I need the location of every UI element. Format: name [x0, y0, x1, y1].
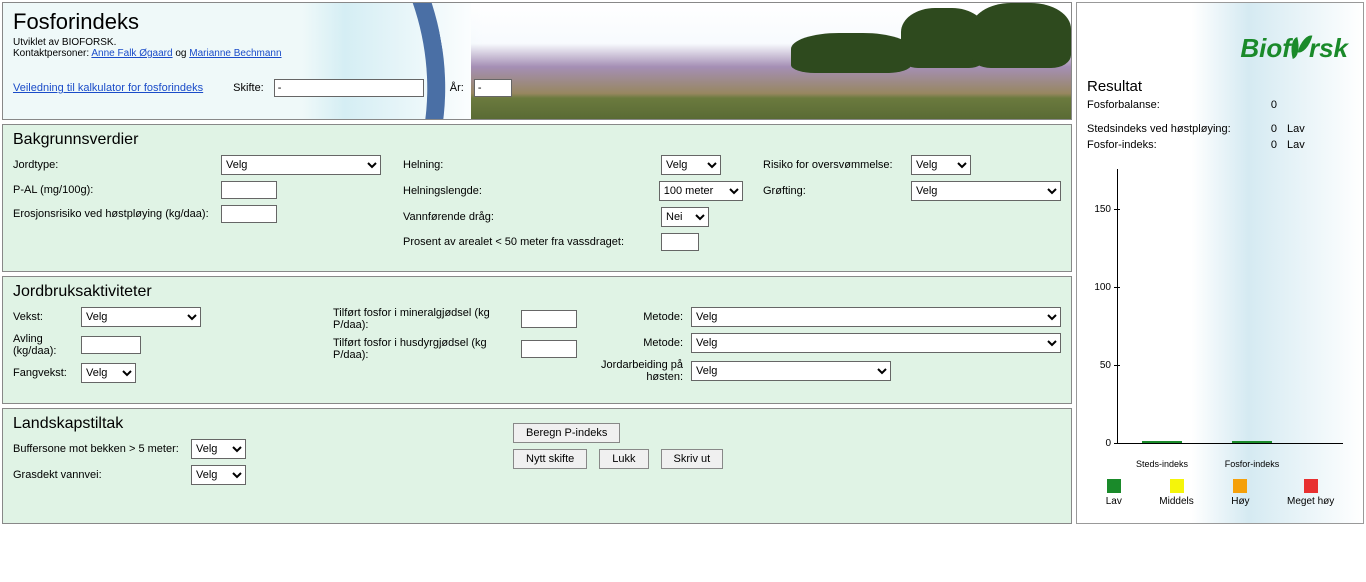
swatch-middels	[1170, 479, 1184, 493]
prosent-label: Prosent av arealet < 50 meter fra vassdr…	[403, 236, 653, 248]
chart-bar-label-steds: Steds-indeks	[1132, 459, 1192, 469]
swatch-meget	[1304, 479, 1318, 493]
legend-meget: Meget høy	[1287, 479, 1334, 507]
jordarb-label: Jordarbeiding på høsten:	[583, 359, 683, 383]
erosjon-label: Erosjonsrisiko ved høstpløying (kg/daa):	[13, 208, 213, 220]
avling-input[interactable]	[81, 336, 141, 354]
chart-y-axis	[1117, 169, 1118, 444]
contact-link-1[interactable]: Anne Falk Øgaard	[91, 48, 172, 59]
chart-ytick-150: 150	[1081, 204, 1111, 215]
fosforbalanse-value: 0	[1252, 99, 1277, 111]
metode1-select[interactable]: Velg	[691, 307, 1061, 327]
chart-bar-label-fosfor: Fosfor-indeks	[1222, 459, 1282, 469]
fangvekst-select[interactable]: Velg	[81, 363, 136, 383]
contacts-line: Kontaktpersoner: Anne Falk Øgaard og Mar…	[13, 48, 1061, 59]
page-title: Fosforindeks	[13, 9, 1061, 35]
logo-text-1: Biof	[1240, 33, 1291, 64]
swatch-hoy	[1233, 479, 1247, 493]
leaf-icon	[1288, 34, 1312, 64]
buffer-select[interactable]: Velg	[191, 439, 246, 459]
skriv-ut-button[interactable]: Skriv ut	[661, 449, 724, 469]
ar-input[interactable]	[474, 79, 512, 97]
fosforindeks-value: 0	[1252, 139, 1277, 151]
chart-legend: Lav Middels Høy Meget høy	[1077, 469, 1363, 515]
bakgrunnsverdier-title: Bakgrunnsverdier	[3, 125, 1071, 153]
gras-select[interactable]: Velg	[191, 465, 246, 485]
beregn-button[interactable]: Beregn P-indeks	[513, 423, 620, 443]
result-title: Resultat	[1087, 78, 1353, 95]
skifte-input[interactable]	[274, 79, 424, 97]
helning-select[interactable]: Velg	[661, 155, 721, 175]
jordtype-select[interactable]: Velg	[221, 155, 381, 175]
bakgrunnsverdier-panel: Bakgrunnsverdier Jordtype: Velg P-AL (mg…	[2, 124, 1072, 272]
metode2-label: Metode:	[623, 337, 683, 349]
jordarb-select[interactable]: Velg	[691, 361, 891, 381]
erosjon-input[interactable]	[221, 205, 277, 223]
fosforindeks-category: Lav	[1277, 139, 1305, 151]
jordtype-label: Jordtype:	[13, 159, 213, 171]
legend-lav: Lav	[1106, 479, 1122, 507]
chart-bar-fosfor	[1232, 441, 1272, 443]
metode1-label: Metode:	[623, 311, 683, 323]
contacts-prefix: Kontaktpersoner:	[13, 48, 91, 59]
fosforbalanse-label: Fosforbalanse:	[1087, 99, 1252, 111]
pal-input[interactable]	[221, 181, 277, 199]
nytt-skifte-button[interactable]: Nytt skifte	[513, 449, 587, 469]
prosent-input[interactable]	[661, 233, 699, 251]
avling-label: Avling (kg/daa):	[13, 333, 73, 357]
lukk-button[interactable]: Lukk	[599, 449, 648, 469]
vannforende-label: Vannførende dråg:	[403, 211, 653, 223]
legend-middels: Middels	[1159, 479, 1193, 507]
ar-label: År:	[450, 82, 464, 94]
header-panel: Fosforindeks Utviklet av BIOFORSK. Konta…	[2, 2, 1072, 120]
buffer-label: Buffersone mot bekken > 5 meter:	[13, 443, 183, 455]
husdyr-label: Tilført fosfor i husdyrgjødsel (kg P/daa…	[333, 337, 513, 361]
helning-label: Helning:	[403, 159, 653, 171]
landskap-title: Landskapstiltak	[3, 409, 513, 437]
contacts-and: og	[173, 48, 190, 59]
logo-text-2: rsk	[1309, 33, 1348, 64]
chart-bar-steds	[1142, 441, 1182, 443]
mineral-input[interactable]	[521, 310, 577, 328]
fangvekst-label: Fangvekst:	[13, 367, 73, 379]
vekst-label: Vekst:	[13, 311, 73, 323]
vannforende-select[interactable]: Nei	[661, 207, 709, 227]
skifte-label: Skifte:	[233, 82, 264, 94]
chart-ytick-0: 0	[1081, 438, 1111, 449]
chart-x-axis	[1117, 443, 1343, 444]
bioforsk-logo: Biofrsk	[1240, 33, 1348, 64]
stedsindeks-category: Lav	[1277, 123, 1305, 135]
contact-link-2[interactable]: Marianne Bechmann	[189, 48, 281, 59]
chart-ytick-100: 100	[1081, 282, 1111, 293]
vekst-select[interactable]: Velg	[81, 307, 201, 327]
risiko-label: Risiko for oversvømmelse:	[763, 159, 903, 171]
guide-link[interactable]: Veiledning til kalkulator for fosforinde…	[13, 82, 203, 94]
swatch-lav	[1107, 479, 1121, 493]
jordbruk-title: Jordbruksaktiviteter	[3, 277, 1071, 305]
landskap-panel: Landskapstiltak Buffersone mot bekken > …	[2, 408, 1072, 524]
mineral-label: Tilført fosfor i mineralgjødsel (kg P/da…	[333, 307, 513, 331]
risiko-select[interactable]: Velg	[911, 155, 971, 175]
page-subtitle: Utviklet av BIOFORSK.	[13, 37, 1061, 48]
jordbruk-panel: Jordbruksaktiviteter Vekst: Velg Avling …	[2, 276, 1072, 404]
legend-hoy: Høy	[1231, 479, 1249, 507]
grofting-label: Grøfting:	[763, 185, 903, 197]
fosforindeks-label: Fosfor-indeks:	[1087, 139, 1252, 151]
stedsindeks-label: Stedsindeks ved høstpløying:	[1087, 123, 1252, 135]
helningslengde-label: Helningslengde:	[403, 185, 651, 197]
helningslengde-select[interactable]: 100 meter	[659, 181, 743, 201]
grofting-select[interactable]: Velg	[911, 181, 1061, 201]
metode2-select[interactable]: Velg	[691, 333, 1061, 353]
stedsindeks-value: 0	[1252, 123, 1277, 135]
result-panel: Biofrsk Resultat Fosforbalanse: 0 Stedsi…	[1076, 2, 1364, 524]
husdyr-input[interactable]	[521, 340, 577, 358]
gras-label: Grasdekt vannvei:	[13, 469, 183, 481]
result-chart: 0 50 100 150 Steds-indeks Fosfor-indeks	[1087, 169, 1353, 469]
chart-ytick-50: 50	[1081, 360, 1111, 371]
pal-label: P-AL (mg/100g):	[13, 184, 213, 196]
